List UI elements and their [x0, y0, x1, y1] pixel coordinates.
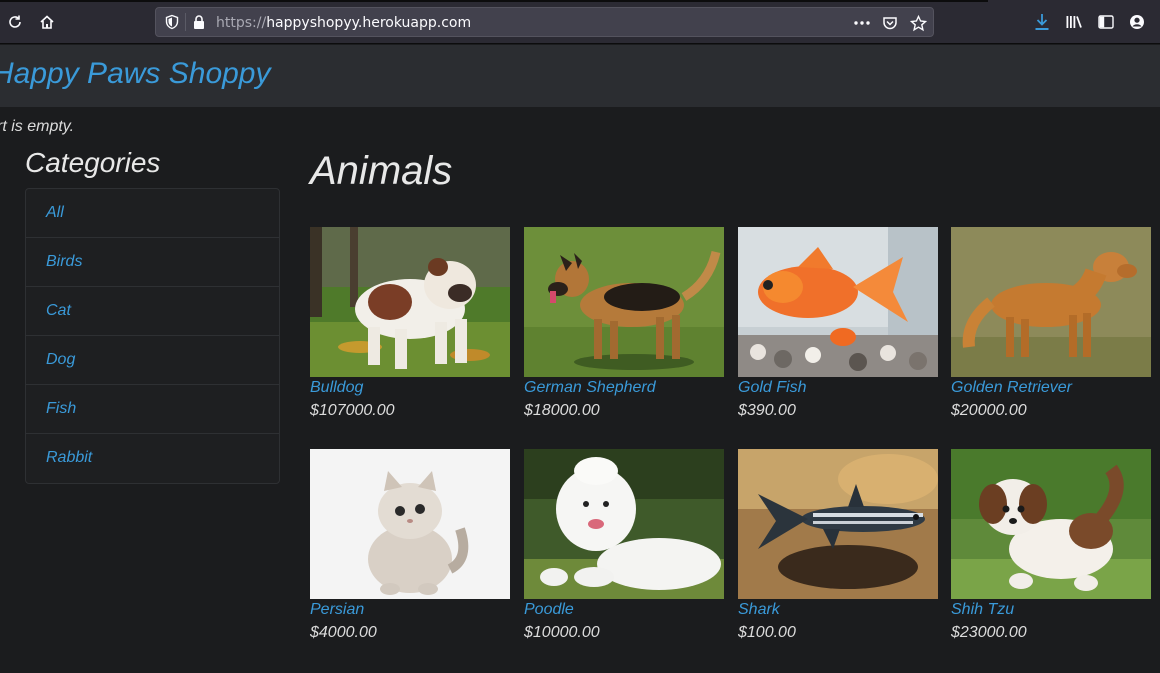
product-price: $10000.00	[524, 624, 600, 641]
product-price: $23000.00	[951, 624, 1027, 641]
product-name[interactable]: German Shepherd	[524, 379, 724, 397]
lock-icon[interactable]	[192, 14, 206, 30]
home-icon[interactable]	[36, 11, 58, 33]
persian-cat-image[interactable]	[310, 449, 510, 599]
product-name[interactable]: Poodle	[524, 601, 724, 619]
more-icon[interactable]	[853, 14, 871, 32]
product-name[interactable]: Shark	[738, 601, 938, 619]
german-shepherd-image[interactable]	[524, 227, 724, 377]
url-protocol: https://	[216, 15, 267, 31]
url-separator	[185, 13, 186, 31]
product-price: $107000.00	[310, 402, 395, 419]
shih-tzu-image[interactable]	[951, 449, 1151, 599]
bulldog-image[interactable]	[310, 227, 510, 377]
categories-title: Categories	[25, 147, 161, 178]
sidebar-icon[interactable]	[1095, 11, 1117, 33]
product-price: $100.00	[738, 624, 796, 641]
product-name[interactable]: Bulldog	[310, 379, 510, 397]
product-card: Poodle $10000.00	[524, 449, 724, 642]
golden-retriever-image[interactable]	[951, 227, 1151, 377]
url-text[interactable]: https://happyshopyy.herokuapp.com	[216, 15, 471, 31]
product-card: Gold Fish $390.00	[738, 227, 938, 420]
url-bar[interactable]: https://happyshopyy.herokuapp.com	[155, 7, 934, 37]
shield-icon[interactable]	[164, 14, 180, 30]
poodle-image[interactable]	[524, 449, 724, 599]
library-icon[interactable]	[1063, 11, 1085, 33]
shark-fish-image[interactable]	[738, 449, 938, 599]
product-name[interactable]: Persian	[310, 601, 510, 619]
main-content: Categories All Birds Cat Dog Fish Rabbit…	[0, 147, 1160, 673]
category-item-rabbit[interactable]: Rabbit	[26, 434, 279, 483]
reload-icon[interactable]	[4, 11, 26, 33]
product-price: $4000.00	[310, 624, 377, 641]
category-item-fish[interactable]: Fish	[26, 385, 279, 434]
site-header: Happy Paws Shoppy	[0, 45, 1160, 107]
category-list: All Birds Cat Dog Fish Rabbit	[25, 188, 280, 484]
category-item-dog[interactable]: Dog	[26, 336, 279, 385]
product-card: Shih Tzu $23000.00	[951, 449, 1151, 642]
gold-fish-image[interactable]	[738, 227, 938, 377]
product-card: Persian $4000.00	[310, 449, 510, 642]
category-item-birds[interactable]: Birds	[26, 238, 279, 287]
bookmark-star-icon[interactable]	[909, 14, 927, 32]
url-host: happyshopyy.herokuapp.com	[266, 15, 472, 31]
product-card: Bulldog $107000.00	[310, 227, 510, 420]
tab-strip-edge	[0, 0, 988, 2]
pocket-icon[interactable]	[881, 14, 899, 32]
product-name[interactable]: Shih Tzu	[951, 601, 1151, 619]
product-card: Shark $100.00	[738, 449, 938, 642]
product-price: $20000.00	[951, 402, 1027, 419]
cart-bar: rt is empty.	[0, 107, 1160, 147]
brand-link[interactable]: Happy Paws Shoppy	[0, 57, 271, 91]
product-name[interactable]: Golden Retriever	[951, 379, 1151, 397]
download-icon[interactable]	[1031, 11, 1053, 33]
category-item-all[interactable]: All	[26, 189, 279, 238]
page-title: Animals	[310, 149, 453, 193]
product-card: Golden Retriever $20000.00	[951, 227, 1151, 420]
account-icon[interactable]	[1126, 11, 1148, 33]
browser-toolbar: https://happyshopyy.herokuapp.com	[0, 0, 1160, 44]
cart-status: rt is empty.	[0, 118, 75, 135]
product-name[interactable]: Gold Fish	[738, 379, 938, 397]
category-item-cat[interactable]: Cat	[26, 287, 279, 336]
product-price: $18000.00	[524, 402, 600, 419]
product-card: German Shepherd $18000.00	[524, 227, 724, 420]
product-price: $390.00	[738, 402, 796, 419]
